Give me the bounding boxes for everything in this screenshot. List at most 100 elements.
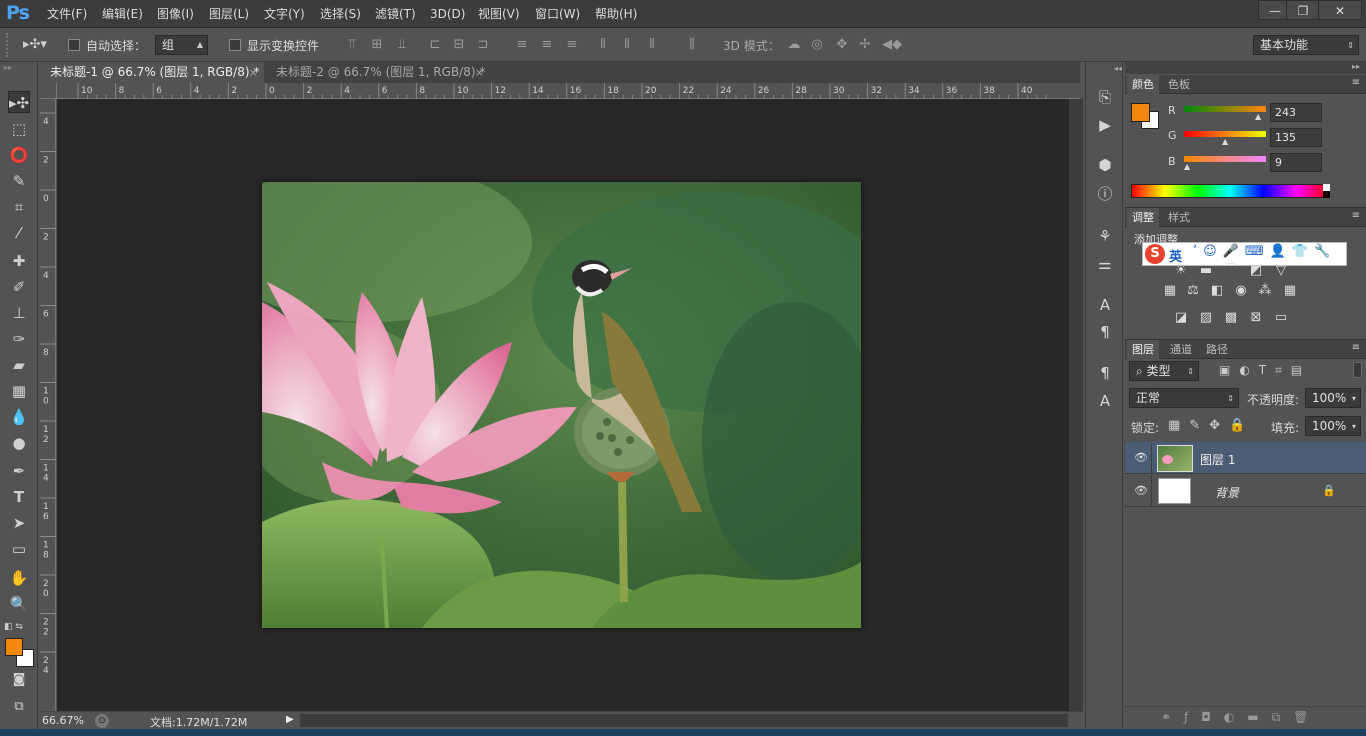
eraser-tool-icon[interactable]: ▰ (8, 354, 30, 376)
layer-row[interactable]: 👁 图层 1 (1125, 442, 1366, 474)
layer-name[interactable]: 图层 1 (1200, 451, 1235, 468)
zoom-level[interactable]: 66.67% (42, 714, 84, 727)
distribute-top-icon[interactable]: ≡ (515, 38, 529, 52)
filter-toggle-switch[interactable] (1353, 362, 1362, 378)
rectangle-tool-icon[interactable]: ▭ (8, 538, 30, 560)
actions-play-icon[interactable]: ▶ (1094, 114, 1116, 136)
layer-footer-icons[interactable]: ⚭ƒ◘◐▬⧉🗑 (1161, 710, 1321, 725)
auto-select-dropdown[interactable]: 组 ▲ (155, 35, 208, 55)
menu-file[interactable]: 文件(F) (47, 0, 87, 28)
color-lookup-icon[interactable]: ▦ (1282, 284, 1298, 298)
layer-name[interactable]: 背景 (1215, 484, 1239, 501)
opacity-field[interactable]: 100% ▾ (1305, 388, 1361, 408)
brush-preset-icon[interactable]: ⚘ (1094, 225, 1116, 247)
move-tool-preset-icon[interactable]: ▸✣▾ (20, 38, 50, 52)
layer-filter-icons[interactable]: ▣◐T⌗▤ (1219, 363, 1311, 378)
tab-layers[interactable]: 图层 (1127, 340, 1159, 359)
menu-view[interactable]: 视图(V) (478, 0, 520, 28)
collapse-icon[interactable]: ▸▸ (1352, 62, 1360, 71)
r-slider-thumb[interactable]: ▲ (1255, 112, 1261, 121)
layer-filter-dropdown[interactable]: ⌕ 类型 ⇕ (1129, 361, 1199, 381)
ruler-origin[interactable] (40, 83, 57, 99)
menu-edit[interactable]: 编辑(E) (102, 0, 143, 28)
quick-mask-icon[interactable]: ◙ (8, 669, 30, 691)
toolbox-collapse-icon[interactable]: ▸▸ (4, 64, 34, 72)
color-spectrum-bar[interactable] (1131, 184, 1330, 198)
lock-option-icons[interactable]: ▦✎✥🔒 (1168, 418, 1254, 433)
b-value-field[interactable]: 9 (1270, 153, 1322, 172)
healing-brush-tool-icon[interactable]: ✚ (8, 250, 30, 272)
ime-toolbar[interactable]: S 英 ’☺🎤⌨👤👕🔧 (1142, 242, 1347, 266)
paragraph-icon[interactable]: ¶ (1094, 321, 1116, 343)
black-white-icon[interactable]: ◧ (1209, 284, 1225, 298)
paragraph-style-icon[interactable]: ¶ (1094, 362, 1116, 384)
fill-field[interactable]: 100% ▾ (1305, 416, 1361, 436)
3d-panel-icon[interactable]: ⬢ (1094, 154, 1116, 176)
distribute-left-icon[interactable]: ⦀ (596, 38, 610, 52)
panel-menu-icon[interactable]: ≡ (1352, 77, 1360, 88)
document-image[interactable] (262, 182, 861, 628)
brightness-contrast-icon[interactable]: ☀ (1173, 264, 1189, 278)
dodge-tool-icon[interactable]: ● (8, 432, 30, 454)
restore-button[interactable]: ❐ (1286, 0, 1320, 20)
history-brush-tool-icon[interactable]: ✑ (8, 328, 30, 350)
menu-filter[interactable]: 滤镜(T) (375, 0, 416, 28)
screen-mode-icon[interactable]: ⧉ (8, 696, 30, 718)
eye-icon[interactable]: 👁 (1134, 484, 1148, 497)
tab-paths[interactable]: 路径 (1201, 340, 1233, 359)
photo-filter-icon[interactable]: ◉ (1233, 284, 1249, 298)
menu-select[interactable]: 选择(S) (320, 0, 361, 28)
align-top-icon[interactable]: ⫪ (345, 38, 359, 52)
gradient-map-icon[interactable]: ▭ (1273, 311, 1289, 325)
eyedropper-tool-icon[interactable]: ⁄ (8, 222, 30, 244)
distribute-bottom-icon[interactable]: ≡ (565, 38, 579, 52)
distribute-hcenter-icon[interactable]: ⦀ (620, 38, 634, 52)
align-right-icon[interactable]: ⊐ (476, 38, 490, 52)
invert-icon[interactable]: ◪ (1173, 311, 1189, 325)
lasso-tool-icon[interactable]: ⭕ (8, 144, 30, 166)
color-balance-icon[interactable]: ⚖ (1185, 284, 1201, 298)
menu-help[interactable]: 帮助(H) (595, 0, 637, 28)
menu-window[interactable]: 窗口(W) (535, 0, 580, 28)
threshold-icon[interactable]: ▩ (1223, 311, 1239, 325)
b-slider-thumb[interactable]: ▲ (1184, 162, 1190, 171)
tab-swatches[interactable]: 色板 (1163, 75, 1195, 94)
levels-icon[interactable]: ▬ (1198, 264, 1214, 278)
horizontal-scrollbar[interactable] (300, 714, 1068, 727)
posterize-icon[interactable]: ▨ (1198, 311, 1214, 325)
marquee-tool-icon[interactable]: ⬚ (8, 118, 30, 140)
layer-row[interactable]: 👁 背景 🔒 (1125, 475, 1366, 507)
character-icon[interactable]: A (1094, 294, 1116, 316)
crop-tool-icon[interactable]: ⌗ (8, 196, 30, 218)
align-bottom-icon[interactable]: ⫫ (395, 38, 409, 52)
distribute-right-icon[interactable]: ⦀ (645, 38, 659, 52)
exposure-icon[interactable]: ◩ (1248, 264, 1264, 278)
3d-pan-icon[interactable]: ✥ (835, 38, 849, 52)
path-select-tool-icon[interactable]: ➤ (8, 512, 30, 534)
hand-tool-icon[interactable]: ✋ (8, 567, 30, 589)
g-value-field[interactable]: 135 (1270, 128, 1322, 147)
selective-color-icon[interactable]: ⊠ (1248, 311, 1264, 325)
grip-handle[interactable] (6, 33, 10, 57)
quick-select-tool-icon[interactable]: ✎ (8, 170, 30, 192)
hue-saturation-icon[interactable]: ▦ (1162, 284, 1178, 298)
panel-menu-icon[interactable]: ≡ (1352, 342, 1360, 353)
blend-mode-dropdown[interactable]: 正常 ⇕ (1129, 388, 1239, 408)
align-hcenter-icon[interactable]: ⊟ (452, 38, 466, 52)
tab-document-2[interactable]: 未标题-2 @ 66.7% (图层 1, RGB/8) * × (266, 62, 490, 83)
proof-icon[interactable]: ⊙ (95, 714, 109, 728)
tab-styles[interactable]: 样式 (1163, 208, 1195, 227)
collapse-icon[interactable]: ◂◂ (1114, 64, 1122, 73)
status-menu-arrow-icon[interactable]: ▶ (286, 714, 294, 725)
info-icon[interactable]: ⓘ (1094, 183, 1116, 205)
menu-type[interactable]: 文字(Y) (264, 0, 305, 28)
canvas-area[interactable] (57, 99, 1069, 711)
zoom-tool-icon[interactable]: 🔍 (8, 593, 30, 615)
fg-color-swatch[interactable] (1131, 103, 1150, 122)
clone-stamp-tool-icon[interactable]: ⊥ (8, 302, 30, 324)
3d-roll-icon[interactable]: ◎ (810, 38, 824, 52)
vibrance-icon[interactable]: ▽ (1273, 264, 1289, 278)
history-icon[interactable]: ⎘ (1094, 86, 1116, 108)
close-button[interactable]: ✕ (1318, 0, 1362, 20)
r-value-field[interactable]: 243 (1270, 103, 1322, 122)
